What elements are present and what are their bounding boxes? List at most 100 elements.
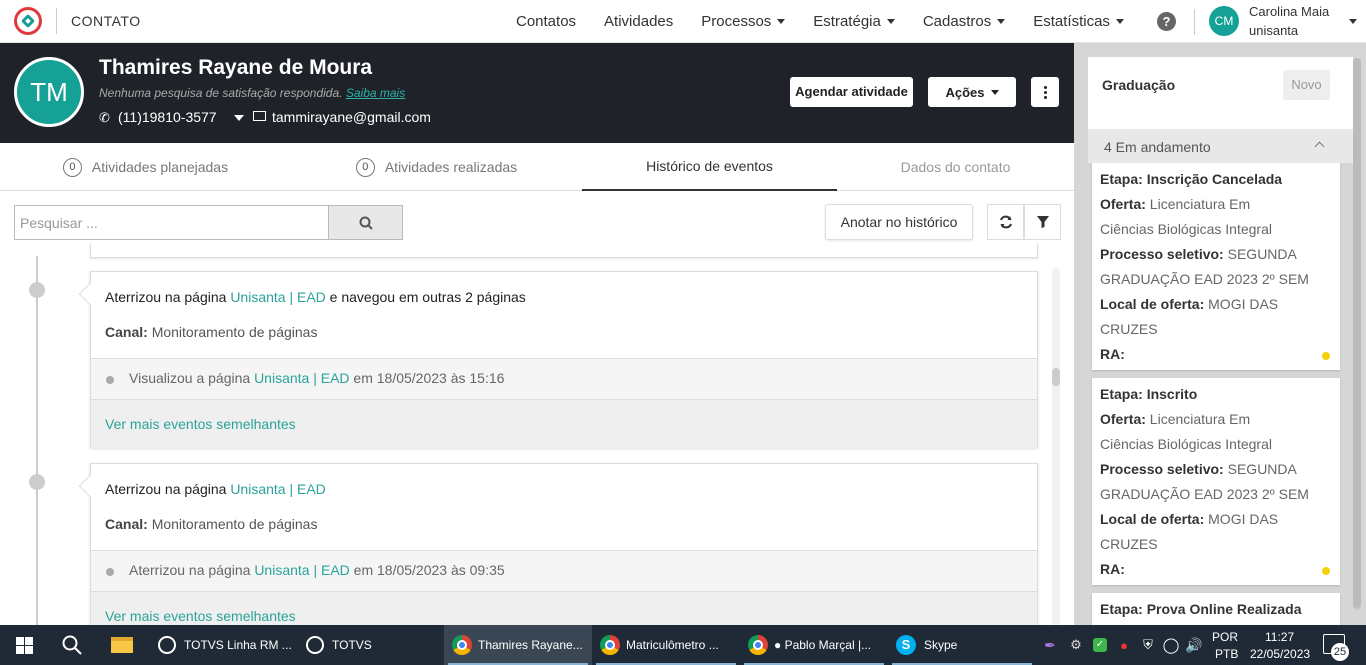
speaker-icon[interactable]: 🔊 [1184, 625, 1204, 665]
event-sub-page-link[interactable]: Unisanta | EAD [254, 370, 349, 386]
survey-learn-more-link[interactable]: Saiba mais [346, 86, 405, 100]
search-button[interactable] [328, 205, 403, 240]
see-more-similar-events-link[interactable]: Ver mais eventos semelhantes [105, 416, 296, 432]
more-options-button[interactable] [1031, 77, 1059, 107]
timeline-scrollbar[interactable] [1052, 268, 1060, 625]
event-channel-value: Monitoramento de páginas [151, 324, 318, 340]
offer-value-cont: Ciências Biológicas Integral [1100, 436, 1272, 452]
event-page-link[interactable]: Unisanta | EAD [230, 481, 325, 497]
annotate-history-button[interactable]: Anotar no histórico [825, 204, 973, 240]
event-title-text: Aterrizou na página [105, 289, 231, 305]
timeline-dot [29, 282, 45, 298]
menu-processos-label: Processos [701, 13, 772, 30]
taskbar-app-totvs-rm[interactable]: TOTVS Linha RM ... [150, 625, 298, 665]
globe-icon[interactable]: ◯ [1160, 625, 1182, 665]
selection-process-label: Processo seletivo: [1100, 246, 1224, 262]
in-progress-group-header[interactable]: 4 Em andamento [1088, 129, 1353, 163]
process-card[interactable]: Etapa: Inscrito Oferta: Licenciatura Em … [1092, 378, 1340, 585]
keyboard-language[interactable]: POR [1212, 630, 1238, 644]
shield-icon[interactable]: ⛨ [1138, 625, 1158, 665]
schedule-activity-button[interactable]: Agendar atividade [790, 77, 913, 107]
taskbar-app-chrome-thamires[interactable]: Thamires Rayane... [444, 625, 592, 665]
app-logo-icon[interactable] [14, 7, 42, 35]
tab-planned-activities[interactable]: 0 Atividades planejadas [0, 143, 291, 191]
refresh-button[interactable] [987, 204, 1024, 240]
clock-time[interactable]: 11:27 [1265, 630, 1294, 644]
process-card[interactable]: Etapa: Inscrição Cancelada Oferta: Licen… [1092, 163, 1340, 370]
pen-icon[interactable]: ✒ [1040, 625, 1060, 665]
menu-atividades[interactable]: Atividades [604, 13, 673, 30]
filter-button[interactable] [1024, 204, 1061, 240]
taskbar-app-chrome-pablo[interactable]: ● Pablo Marçal |... [740, 625, 888, 665]
contact-phone[interactable]: (11)19810-3577 [118, 109, 217, 125]
tray-alert-icon[interactable]: ● [1114, 625, 1134, 665]
offer-location-label: Local de oferta: [1100, 511, 1205, 527]
user-org[interactable]: unisanta [1249, 23, 1298, 38]
new-process-button[interactable]: Novo [1283, 70, 1330, 100]
menu-estrategia[interactable]: Estratégia [813, 13, 895, 30]
event-sub-timestamp: em 18/05/2023 às 15:16 [349, 370, 505, 386]
event-sub-timestamp: em 18/05/2023 às 09:35 [349, 562, 505, 578]
chevron-down-icon [777, 19, 786, 24]
event-card: Aterrizou na página Unisanta | EAD e nav… [78, 271, 1038, 448]
chrome-icon [452, 635, 472, 655]
offer-value-cont: Ciências Biológicas Integral [1100, 221, 1272, 237]
user-menu-chevron-down-icon[interactable] [1349, 19, 1357, 24]
taskbar-app-totvs[interactable]: TOTVS [298, 625, 444, 665]
offer-value: Licenciatura Em [1149, 411, 1251, 427]
selection-process-value-cont: GRADUAÇÃO EAD 2023 2º SEM [1100, 271, 1309, 287]
process-card[interactable]: Etapa: Prova Online Realizada [1092, 593, 1340, 625]
tab-contact-data[interactable]: Dados do contato [837, 143, 1074, 191]
totvs-icon [306, 636, 324, 654]
user-avatar[interactable]: CM [1209, 6, 1239, 36]
taskbar-app-label: TOTVS [332, 638, 372, 652]
offer-location-label: Local de oferta: [1100, 296, 1205, 312]
survey-status: Nenhuma pesquisa de satisfação respondid… [99, 86, 405, 100]
notification-count-badge: 25 [1331, 643, 1349, 661]
actions-button[interactable]: Ações [928, 77, 1016, 107]
user-name[interactable]: Carolina Maia [1249, 4, 1329, 19]
menu-processos[interactable]: Processos [701, 13, 786, 30]
menu-contatos[interactable]: Contatos [516, 13, 576, 30]
stage-value: Prova Online Realizada [1146, 601, 1302, 617]
menu-estatisticas[interactable]: Estatísticas [1033, 13, 1124, 30]
see-more-similar-events-link[interactable]: Ver mais eventos semelhantes [105, 608, 296, 624]
chrome-icon [748, 635, 768, 655]
help-icon[interactable]: ? [1157, 12, 1176, 31]
offer-location-value: MOGI DAS [1208, 296, 1279, 312]
event-timeline: Aterrizou na página Unisanta | EAD e nav… [0, 244, 1074, 625]
page-section-title: CONTATO [71, 13, 141, 29]
tab-label: Atividades planejadas [91, 159, 229, 175]
keyboard-layout[interactable]: PTB [1215, 647, 1238, 661]
phone-dropdown-chevron-icon[interactable] [234, 115, 244, 121]
nav-divider [1194, 9, 1195, 35]
tab-event-history[interactable]: Histórico de eventos [582, 143, 837, 191]
totvs-icon [158, 636, 176, 654]
taskbar-app-label: Matriculômetro ... [626, 638, 719, 652]
clock-date[interactable]: 22/05/2023 [1250, 647, 1310, 661]
event-sub-page-link[interactable]: Unisanta | EAD [254, 562, 349, 578]
event-channel-label: Canal: [105, 516, 148, 532]
event-page-link[interactable]: Unisanta | EAD [230, 289, 325, 305]
event-more-row: Ver mais eventos semelhantes [91, 592, 1037, 625]
event-more-row: Ver mais eventos semelhantes [91, 400, 1037, 448]
taskbar-app-chrome-matriculometro[interactable]: Matriculômetro ... [592, 625, 740, 665]
taskbar-app-label: ● Pablo Marçal |... [774, 638, 872, 652]
taskbar-app-skype[interactable]: S Skype [888, 625, 1036, 665]
contact-email[interactable]: tammirayane@gmail.com [272, 109, 431, 125]
panel-scrollbar[interactable] [1353, 58, 1361, 610]
file-explorer-icon[interactable] [104, 625, 140, 665]
tab-completed-activities[interactable]: 0 Atividades realizadas [291, 143, 582, 191]
security-check-icon[interactable]: ✓ [1090, 625, 1110, 665]
menu-cadastros[interactable]: Cadastros [923, 13, 1006, 30]
search-icon[interactable] [56, 625, 88, 665]
taskbar-app-label: TOTVS Linha RM ... [184, 638, 292, 652]
event-card: Aterrizou na página Unisanta | EAD Canal… [78, 463, 1038, 625]
contact-avatar: TM [14, 57, 84, 127]
bullet-icon [106, 376, 114, 384]
selection-process-value: SEGUNDA [1227, 461, 1297, 477]
search-input[interactable] [14, 205, 329, 240]
stage-label: Etapa: [1100, 601, 1143, 617]
tray-app-icon[interactable]: ⚙ [1066, 625, 1086, 665]
windows-start-icon[interactable] [8, 625, 40, 665]
